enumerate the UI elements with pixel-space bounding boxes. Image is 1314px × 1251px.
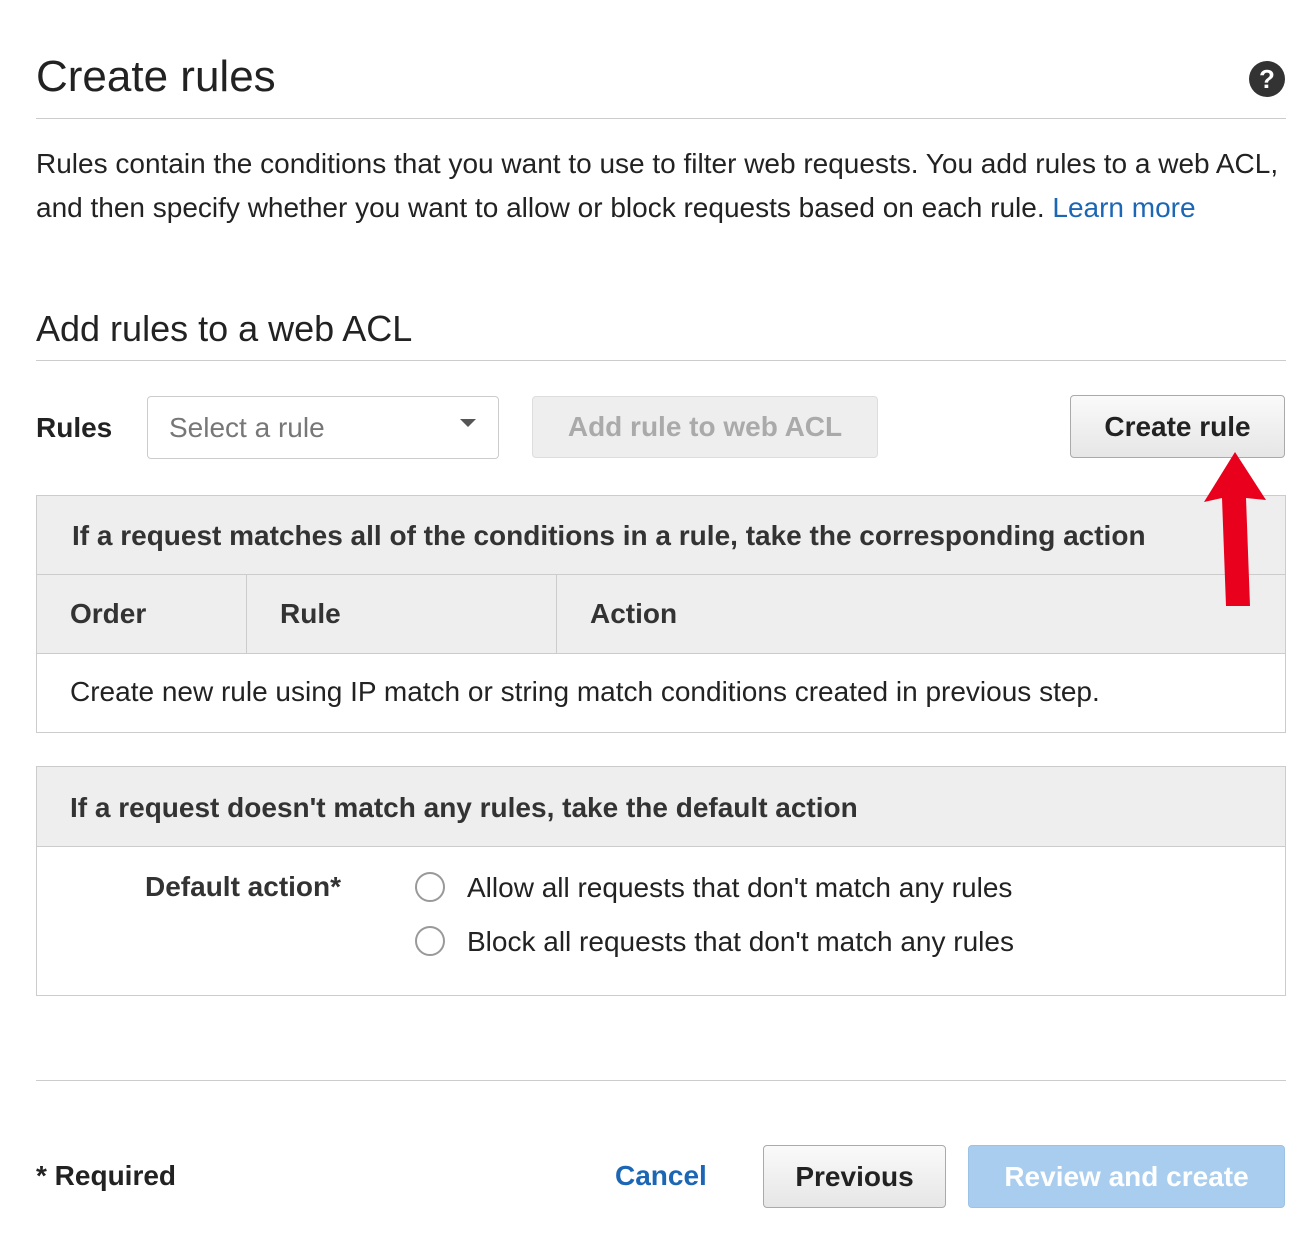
rules-table-columns: Order Rule Action	[37, 575, 1285, 654]
cancel-link[interactable]: Cancel	[615, 1160, 707, 1192]
svg-text:?: ?	[1259, 64, 1275, 94]
review-and-create-button[interactable]: Review and create	[968, 1145, 1285, 1208]
description: Rules contain the conditions that you wa…	[36, 142, 1286, 230]
previous-button[interactable]: Previous	[763, 1145, 946, 1208]
radio-allow-button[interactable]	[415, 872, 445, 902]
rules-table-header-text: If a request matches all of the conditio…	[72, 520, 1146, 551]
radio-allow-label[interactable]: Allow all requests that don't match any …	[467, 872, 1012, 904]
add-rule-button[interactable]: Add rule to web ACL	[532, 396, 878, 458]
radio-block-button[interactable]	[415, 926, 445, 956]
help-icon[interactable]: ?	[1248, 60, 1286, 98]
learn-more-link[interactable]: Learn more	[1052, 192, 1195, 223]
divider	[36, 1080, 1286, 1081]
section-title: Add rules to a web ACL	[36, 308, 413, 349]
rules-label: Rules	[36, 412, 113, 443]
rules-table-header: If a request matches all of the conditio…	[37, 496, 1285, 575]
default-action-header-text: If a request doesn't match any rules, ta…	[70, 792, 858, 823]
column-order: Order	[37, 575, 247, 653]
default-action-header: If a request doesn't match any rules, ta…	[37, 767, 1285, 847]
rule-select-placeholder: Select a rule	[169, 412, 325, 443]
radio-block-label[interactable]: Block all requests that don't match any …	[467, 926, 1014, 958]
rules-table: If a request matches all of the conditio…	[36, 495, 1286, 733]
divider	[36, 360, 1286, 361]
default-action-label: Default action*	[145, 871, 342, 902]
rules-table-empty-message: Create new rule using IP match or string…	[70, 676, 1100, 707]
red-arrow-annotation	[1204, 452, 1266, 606]
rule-select[interactable]: Select a rule	[147, 396, 499, 459]
default-action-panel: If a request doesn't match any rules, ta…	[36, 766, 1286, 996]
required-note: * Required	[36, 1160, 177, 1191]
page-title: Create rules	[36, 52, 276, 101]
column-rule: Rule	[247, 575, 557, 653]
create-rule-button[interactable]: Create rule	[1070, 395, 1285, 458]
chevron-down-icon	[460, 419, 476, 427]
divider	[36, 118, 1286, 119]
column-action: Action	[590, 598, 678, 629]
